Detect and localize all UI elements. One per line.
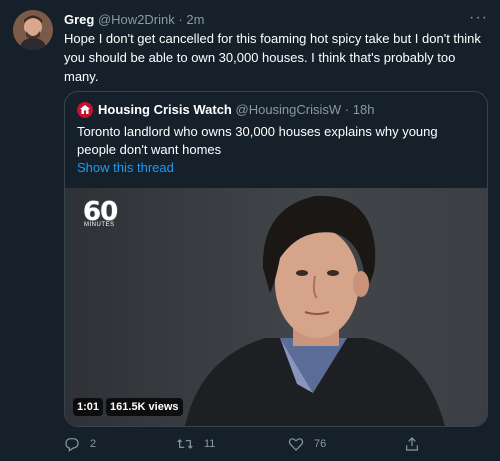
retweet-count: 11 (204, 438, 216, 450)
reply-icon (65, 438, 79, 452)
show-thread-link[interactable]: Show this thread (77, 159, 174, 176)
tweet[interactable]: Greg @How2Drink · 2m ··· Hope I don't ge… (0, 0, 500, 461)
quoted-author-name[interactable]: Housing Crisis Watch (98, 101, 232, 118)
quoted-avatar[interactable] (77, 101, 93, 118)
retweet-button[interactable]: 11 (176, 436, 215, 452)
separator: · (178, 12, 183, 27)
reply-count: 2 (90, 438, 97, 450)
quoted-tweet[interactable]: Housing Crisis Watch @HousingCrisisW · 1… (64, 91, 488, 427)
more-options-button[interactable]: ··· (469, 10, 488, 26)
avatar[interactable] (13, 10, 53, 50)
heart-icon (288, 438, 304, 451)
video-badges: 1:01 161.5K views (73, 398, 183, 416)
quoted-timestamp[interactable]: 18h (353, 101, 375, 118)
reply-button[interactable]: 2 (64, 436, 96, 452)
tweet-header: Greg @How2Drink · 2m (64, 11, 204, 28)
like-count: 76 (314, 438, 327, 450)
video-duration: 1:01 (73, 398, 104, 416)
house-icon (80, 105, 90, 114)
quoted-tweet-header: Housing Crisis Watch @HousingCrisisW · 1… (77, 101, 374, 118)
author-handle[interactable]: @How2Drink (98, 12, 175, 27)
retweet-icon (177, 439, 193, 449)
author-name[interactable]: Greg (64, 12, 94, 27)
share-icon (406, 437, 418, 451)
like-button[interactable]: 76 (288, 436, 326, 452)
video-player[interactable]: 60 MINUTES 1:01 161.5K views (65, 188, 487, 426)
quoted-author-handle[interactable]: @HousingCrisisW (236, 101, 342, 118)
timestamp[interactable]: 2m (186, 12, 204, 27)
sixty-minutes-logo: 60 (83, 197, 118, 227)
quoted-tweet-text: Toronto landlord who owns 30,000 houses … (77, 124, 438, 157)
video-thumbnail (185, 195, 445, 426)
sixty-minutes-logo-subtext: MINUTES (84, 222, 115, 228)
quoted-separator: · (344, 102, 350, 117)
video-views: 161.5K views (106, 398, 183, 416)
share-button[interactable] (404, 436, 430, 452)
tweet-text: Hope I don't get cancelled for this foam… (64, 31, 481, 84)
avatar-image (13, 10, 53, 50)
tweet-actions: 2 11 76 (64, 436, 484, 456)
